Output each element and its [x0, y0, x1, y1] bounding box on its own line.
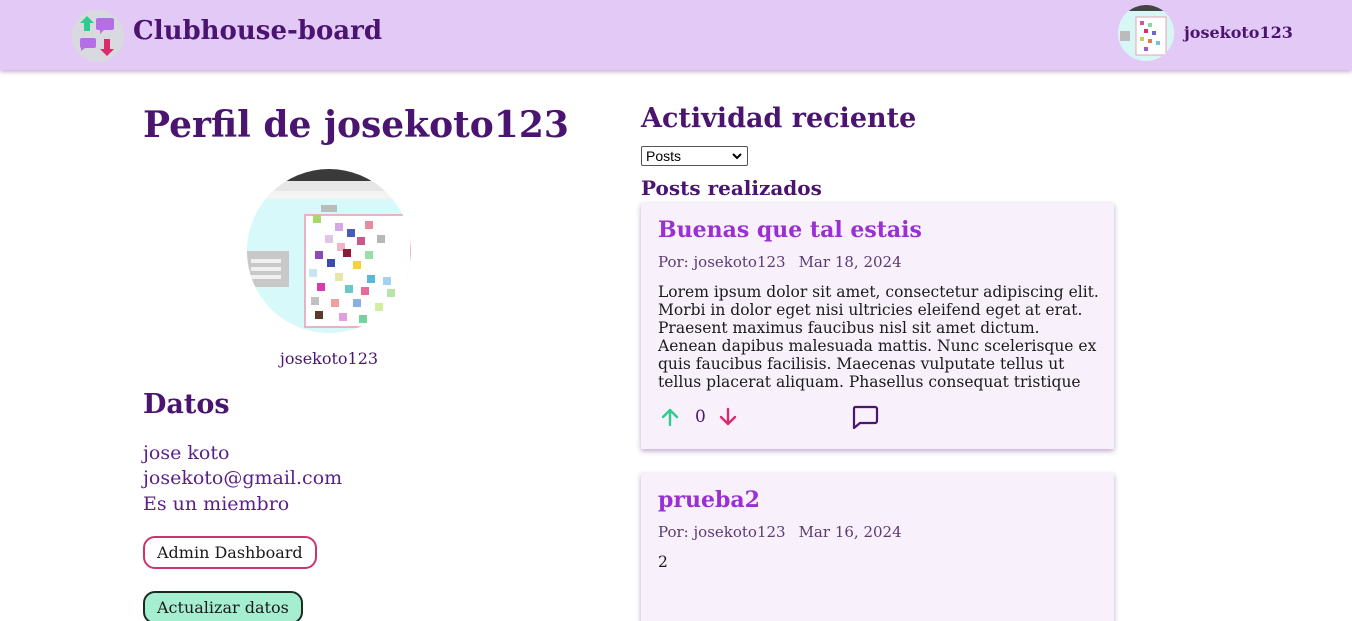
- comment-icon[interactable]: [851, 404, 879, 430]
- post-title[interactable]: Buenas que tal estais: [658, 217, 922, 243]
- post-meta: Por: josekoto123 Mar 16, 2024: [658, 523, 902, 541]
- downvote-arrow-icon[interactable]: [716, 405, 740, 429]
- header-username[interactable]: josekoto123: [1184, 23, 1293, 42]
- post-card: prueba2 Por: josekoto123 Mar 16, 2024 2: [641, 473, 1114, 621]
- top-navbar: Clubhouse-board josekoto123: [0, 0, 1352, 70]
- profile-avatar-image: [247, 169, 411, 333]
- post-body: 2: [658, 553, 668, 571]
- post-card: Buenas que tal estais Por: josekoto123 Ma…: [641, 203, 1114, 449]
- datos-heading: Datos: [143, 389, 230, 420]
- upvote-arrow-icon[interactable]: [658, 405, 682, 429]
- post-title[interactable]: prueba2: [658, 487, 760, 513]
- post-author: Por: josekoto123: [658, 253, 786, 271]
- activity-filter-select[interactable]: Posts: [641, 146, 748, 166]
- app-title[interactable]: Clubhouse-board: [133, 16, 382, 46]
- post-date: Mar 18, 2024: [798, 253, 902, 271]
- profile-title: Perfil de josekoto123: [143, 104, 569, 146]
- chat-arrows-logo-icon: [72, 10, 124, 62]
- user-avatar-image: [1118, 5, 1174, 61]
- user-email: josekoto@gmail.com: [143, 467, 343, 489]
- user-full-name: jose koto: [143, 442, 230, 464]
- post-date: Mar 16, 2024: [798, 523, 902, 541]
- app-logo[interactable]: [72, 10, 124, 62]
- admin-dashboard-button[interactable]: Admin Dashboard: [143, 536, 317, 569]
- vote-count: 0: [695, 407, 706, 427]
- chevron-down-icon: [732, 153, 742, 160]
- post-author: Por: josekoto123: [658, 523, 786, 541]
- update-data-button[interactable]: Actualizar datos: [143, 591, 303, 621]
- recent-activity-heading: Actividad reciente: [641, 103, 917, 134]
- activity-filter-value: Posts: [646, 148, 682, 164]
- posts-heading: Posts realizados: [641, 176, 822, 200]
- user-membership-status: Es un miembro: [143, 493, 290, 515]
- profile-avatar: [247, 169, 411, 333]
- post-body: Lorem ipsum dolor sit amet, consectetur …: [658, 283, 1099, 391]
- profile-avatar-caption: josekoto123: [279, 349, 379, 368]
- post-meta: Por: josekoto123 Mar 18, 2024: [658, 253, 902, 271]
- user-avatar-small[interactable]: [1118, 5, 1174, 61]
